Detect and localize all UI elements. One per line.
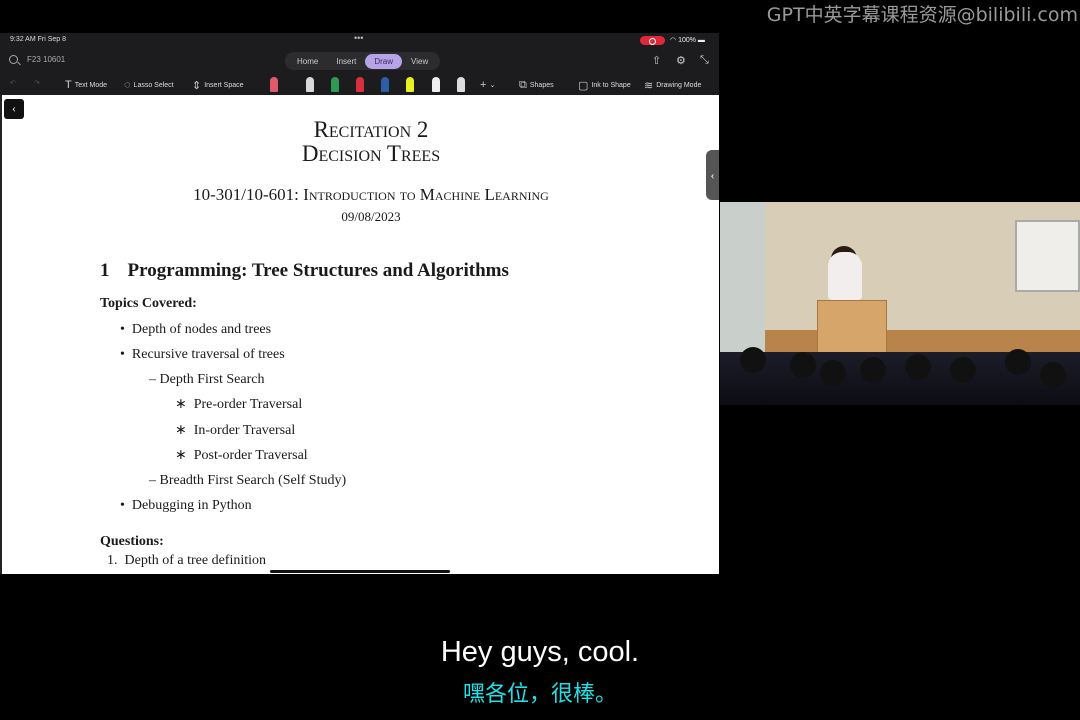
pen-pink[interactable]	[270, 77, 278, 92]
subtitle-chinese: 嘿各位，很棒。	[462, 682, 617, 707]
status-time: 9:32 AM Fri Sep 8	[10, 36, 67, 43]
share-icon[interactable]: ⇧	[652, 54, 661, 67]
course-name: 10-301/10-601: Introduction to Machine L…	[193, 185, 549, 204]
lasso-icon: ◌	[124, 79, 131, 91]
list-item: ∗ Post-order Traversal	[175, 448, 308, 463]
wifi-icon: ◠	[670, 37, 679, 44]
tab-draw[interactable]: Draw	[365, 53, 403, 69]
multitask-dots-icon[interactable]: •••	[354, 33, 363, 43]
back-button[interactable]: ‹	[4, 99, 24, 119]
add-pen-button[interactable]: + ⌄	[480, 79, 495, 91]
list-item: ∗ Pre-order Traversal	[175, 397, 303, 412]
search-icon[interactable]	[9, 55, 18, 64]
drawing-mode-button[interactable]: ≋ Drawing Mode	[644, 79, 701, 92]
doc-date: 09/08/2023	[341, 209, 401, 224]
lecturer	[828, 252, 862, 300]
tab-home[interactable]: Home	[288, 54, 327, 69]
insert-space-icon: ⇕	[192, 80, 202, 92]
chevron-left-icon: ‹	[12, 101, 16, 115]
text-icon: T	[65, 79, 72, 91]
drawing-mode-icon: ≋	[644, 80, 654, 92]
side-panel-handle[interactable]: ‹	[706, 150, 719, 200]
list-item: • Depth of nodes and trees	[120, 322, 272, 337]
list-item: – Breadth First Search (Self Study)	[149, 473, 347, 488]
lasso-select-button[interactable]: ◌ Lasso Select	[124, 79, 174, 91]
battery-level: 100%	[678, 37, 696, 44]
ink-to-shape-button[interactable]: ▢ Ink to Shape	[578, 79, 631, 92]
shapes-icon: ⧉	[519, 79, 527, 91]
whiteboard	[1015, 220, 1080, 292]
doc-title: Recitation 2	[313, 117, 429, 142]
plus-icon: +	[480, 79, 487, 91]
doc-subtitle: Decision Trees	[301, 141, 441, 166]
chevron-down-icon: ⌄	[489, 82, 496, 89]
pen-gray[interactable]	[306, 77, 314, 92]
notebook-name[interactable]: F23 10601	[27, 55, 65, 64]
watermark: GPT中英字幕课程资源@bilibili.com	[766, 4, 1078, 26]
chevron-left-icon: ‹	[710, 168, 715, 182]
section-heading: 1 Programming: Tree Structures and Algori…	[100, 260, 509, 281]
list-item: – Depth First Search	[149, 372, 265, 387]
audience	[720, 347, 1080, 405]
undo-icon[interactable]: ↶	[10, 79, 16, 87]
list-item: • Recursive traversal of trees	[120, 347, 285, 362]
insert-space-button[interactable]: ⇕ Insert Space	[192, 79, 244, 92]
onenote-window: 9:32 AM Fri Sep 8 ••• ◠ 100% ▬ F23 10601…	[0, 33, 719, 574]
questions-heading: Questions:	[100, 534, 164, 549]
pen-red[interactable]	[356, 77, 364, 92]
subtitle-english: Hey guys, cool.	[440, 636, 640, 668]
collapse-icon[interactable]: ⤡	[700, 54, 709, 67]
highlighter-yellow[interactable]	[406, 77, 414, 92]
list-item: • Debugging in Python	[120, 498, 252, 513]
status-bar: 9:32 AM Fri Sep 8 ••• ◠ 100% ▬	[0, 33, 719, 47]
shapes-button[interactable]: ⧉ Shapes	[519, 79, 554, 92]
tab-view[interactable]: View	[402, 54, 437, 69]
header-row: F23 10601 Home Insert Draw View ⇧ ⚙ ⤡	[0, 50, 719, 72]
pen-black[interactable]	[432, 77, 440, 92]
screen-record-icon[interactable]	[640, 36, 665, 45]
home-indicator[interactable]	[270, 570, 450, 573]
pen-blue[interactable]	[381, 77, 389, 92]
pen-green[interactable]	[331, 77, 339, 92]
ribbon-tabs: Home Insert Draw View	[285, 52, 441, 70]
list-item: ∗ In-order Traversal	[175, 423, 296, 438]
tab-insert[interactable]: Insert	[327, 54, 365, 69]
gear-icon[interactable]: ⚙	[676, 54, 686, 67]
draw-toolbar: ↶ ↷ T Text Mode ◌ Lasso Select ⇕ Insert Spa…	[0, 74, 719, 95]
lecture-video	[720, 202, 1080, 405]
topics-heading: Topics Covered:	[100, 296, 197, 311]
text-mode-button[interactable]: T Text Mode	[65, 79, 107, 91]
redo-icon[interactable]: ↷	[34, 79, 40, 87]
question-item: 1. Depth of a tree definition	[107, 553, 267, 568]
ink-to-shape-icon: ▢	[578, 80, 589, 92]
document-page[interactable]: ‹ Recitation 2 Decision Trees 10-301/10-…	[0, 95, 719, 574]
pen-white[interactable]	[457, 77, 465, 92]
battery-icon: ▬	[697, 37, 705, 44]
